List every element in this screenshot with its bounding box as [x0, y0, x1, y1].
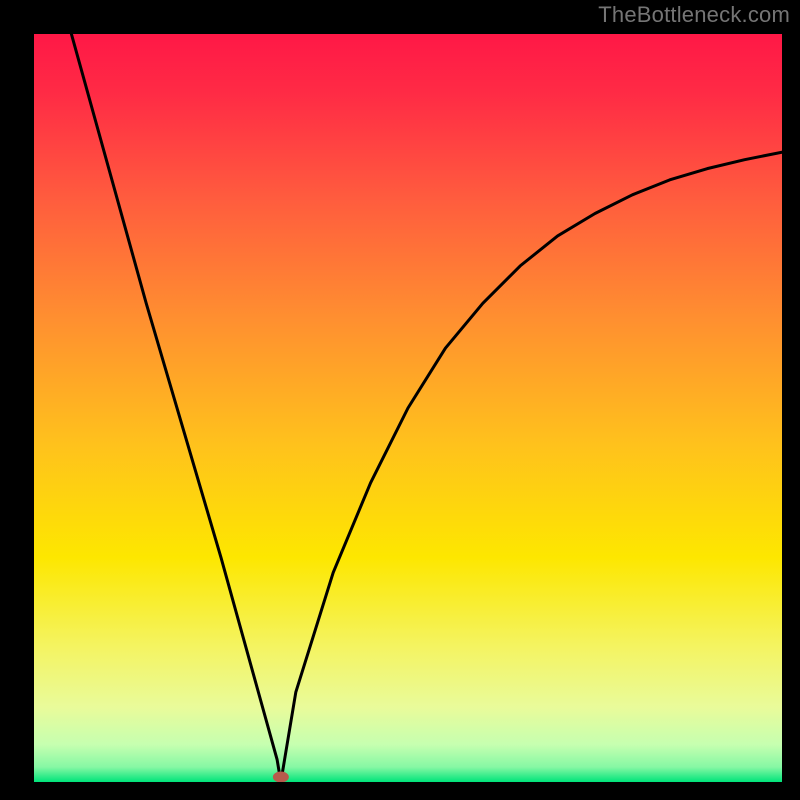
chart-container: TheBottleneck.com: [0, 0, 800, 800]
marker-dot: [273, 772, 289, 783]
watermark-text: TheBottleneck.com: [598, 2, 790, 28]
chart-svg: [34, 34, 782, 782]
plot-area: [34, 34, 782, 782]
